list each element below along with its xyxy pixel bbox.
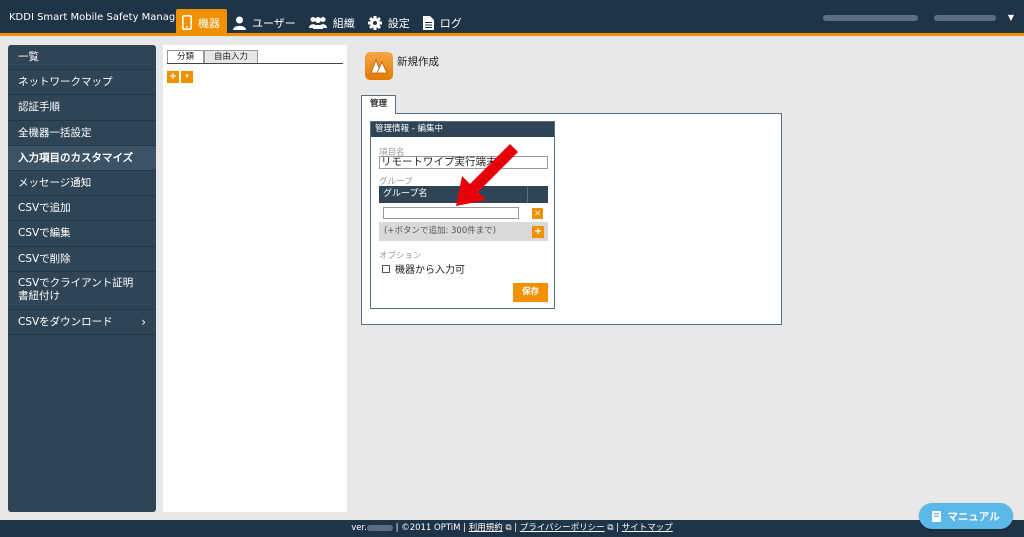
nav-item-settings[interactable]: 設定: [362, 9, 417, 36]
version-prefix: ver.: [351, 523, 367, 533]
group-column-header: グループ名: [383, 189, 428, 199]
new-create[interactable]: 新規作成: [365, 52, 439, 80]
checkbox-label: 機器から入力可: [395, 265, 465, 276]
sidebar-item-csv-edit[interactable]: CSVで編集: [8, 221, 156, 247]
privacy-link[interactable]: プライバシーポリシー: [520, 523, 605, 533]
user-menu[interactable]: ▼: [822, 13, 1014, 22]
sidebar-item-message-notify[interactable]: メッセージ通知: [8, 171, 156, 197]
gear-icon: [367, 15, 382, 30]
sidebar-item-network-map[interactable]: ネットワークマップ: [8, 70, 156, 96]
footer: ver. | ©2011 OPTiM | 利用規約 ⧉ | プライバシーポリシー…: [0, 520, 1024, 537]
nav-item-logs[interactable]: ログ: [417, 9, 469, 36]
footer-separator: |: [514, 523, 518, 533]
new-create-icon: [365, 52, 393, 80]
group-add-row: (+ボタンで追加: 300件まで) +: [379, 222, 548, 241]
sidebar: 一覧 ネットワークマップ 認証手順 全機器一括設定 入力項目のカスタマイズ メッ…: [8, 45, 156, 512]
nav-label: ユーザー: [252, 16, 296, 30]
chevron-right-icon: ›: [141, 314, 146, 329]
book-icon: [932, 510, 942, 522]
external-link-icon: ⧉: [502, 523, 515, 533]
user-icon: [233, 16, 246, 30]
smartphone-icon: [182, 15, 192, 30]
tree-tabs: 分類 自由入力: [167, 50, 259, 64]
input-from-device-option[interactable]: 機器から入力可: [382, 261, 465, 276]
tree-buttons: + ▾: [167, 71, 193, 83]
brand-title: KDDI Smart Mobile Safety Manager: [9, 12, 186, 23]
chevron-down-icon[interactable]: ▼: [1008, 13, 1014, 22]
sidebar-item-csv-cert[interactable]: CSVでクライアント証明書紐付け: [8, 272, 156, 310]
document-icon: [422, 15, 434, 30]
terms-link[interactable]: 利用規約: [469, 523, 503, 533]
input-from-device-checkbox[interactable]: [382, 264, 390, 273]
tab-category[interactable]: 分類: [167, 50, 205, 64]
nav-item-devices[interactable]: 機器: [176, 9, 227, 36]
sitemap-link[interactable]: サイトマップ: [622, 523, 673, 533]
save-button[interactable]: 保存: [513, 283, 548, 302]
sidebar-item-csv-download[interactable]: CSVをダウンロード ›: [8, 310, 156, 335]
nav-label: 機器: [198, 16, 220, 30]
footer-separator: |: [616, 523, 620, 533]
group-icon: [308, 16, 327, 29]
add-button[interactable]: +: [167, 71, 179, 83]
redacted-username: [933, 14, 996, 21]
top-header: KDDI Smart Mobile Safety Manager 機器 ユーザー…: [0, 0, 1024, 36]
tab-free-input[interactable]: 自由入力: [204, 50, 259, 64]
dropdown-button[interactable]: ▾: [181, 71, 193, 83]
header-divider: [527, 186, 528, 203]
copyright: | ©2011 OPTiM |: [395, 523, 467, 533]
nav-label: 設定: [387, 16, 410, 30]
option-label: オプション: [379, 251, 422, 261]
sidebar-item-label: CSVをダウンロード: [18, 315, 113, 328]
delete-group-button[interactable]: ✕: [532, 208, 543, 219]
new-create-label: 新規作成: [397, 55, 439, 68]
manual-label: マニュアル: [947, 510, 1000, 523]
sidebar-item-auth-procedure[interactable]: 認証手順: [8, 95, 156, 121]
nav-item-organization[interactable]: 組織: [303, 9, 362, 36]
nav-item-users[interactable]: ユーザー: [227, 9, 303, 36]
redacted-company: [822, 14, 918, 21]
tab-management[interactable]: 管理: [361, 95, 396, 114]
add-group-button[interactable]: +: [532, 226, 544, 238]
nav-label: ログ: [439, 16, 462, 30]
manual-button[interactable]: マニュアル: [919, 503, 1013, 529]
sidebar-item-bulk-settings[interactable]: 全機器一括設定: [8, 121, 156, 146]
tab-divider: [167, 63, 343, 64]
sidebar-item-csv-delete[interactable]: CSVで削除: [8, 247, 156, 272]
tree-panel: 分類 自由入力 + ▾: [163, 45, 347, 512]
redacted-version: [366, 524, 393, 531]
add-hint-text: (+ボタンで追加: 300件まで): [384, 226, 497, 236]
sidebar-item-list[interactable]: 一覧: [8, 45, 156, 71]
sidebar-item-csv-add[interactable]: CSVで追加: [8, 196, 156, 222]
main-nav: 機器 ユーザー 組織 設定 ログ: [176, 9, 469, 36]
sidebar-item-customize-fields[interactable]: 入力項目のカスタマイズ: [8, 145, 156, 171]
nav-label: 組織: [332, 16, 355, 30]
card-title: 管理情報 - 編集中: [371, 122, 554, 137]
annotation-arrow-icon: [456, 144, 518, 206]
external-link-icon: ⧉: [604, 523, 617, 533]
